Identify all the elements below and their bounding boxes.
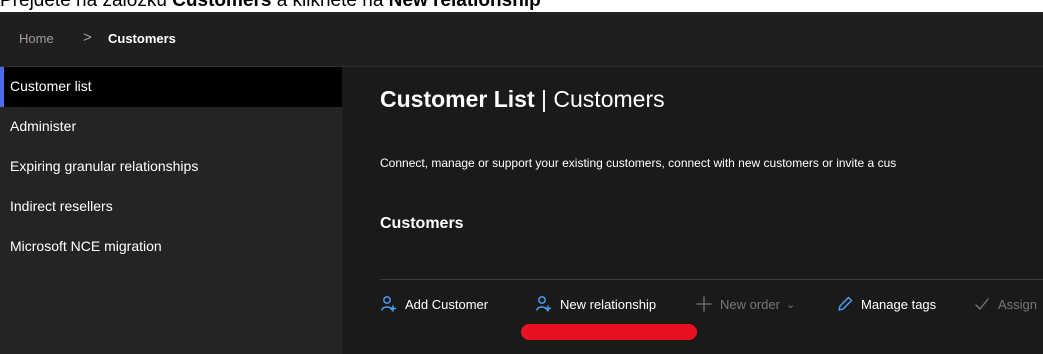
add-customer-button[interactable]: Add Customer (380, 287, 488, 321)
new-relationship-button[interactable]: New relationship (535, 287, 656, 321)
sidebar-item-label: Microsoft NCE migration (10, 238, 162, 254)
page-title-rest: Customers (553, 86, 665, 112)
page-description: Connect, manage or support your existing… (380, 156, 897, 170)
sidebar-item-label: Administer (10, 118, 77, 134)
new-order-label: New order (720, 296, 780, 312)
add-customer-label: Add Customer (405, 296, 489, 312)
person-add-icon (380, 295, 398, 313)
instruction-banner: Přejděte na záložku Customers a klikněte… (0, 0, 1043, 12)
sidebar-item-label: Indirect resellers (10, 198, 113, 214)
instruction-prefix: Přejděte na záložku (0, 0, 173, 11)
page-title: Customer List | Customers (380, 86, 665, 113)
sidebar-item-indirect-resellers[interactable]: Indirect resellers (0, 187, 342, 227)
page-title-strong: Customer List (380, 86, 535, 112)
new-relationship-label: New relationship (560, 296, 657, 312)
chevron-down-icon: ⌄ (785, 298, 796, 311)
instruction-middle: a klikněte na (271, 0, 389, 11)
instruction-text: Přejděte na záložku Customers a klikněte… (0, 0, 541, 11)
divider (380, 279, 1043, 280)
breadcrumb-home[interactable]: Home (19, 31, 54, 46)
new-order-button[interactable]: New order ⌄ (695, 287, 795, 321)
sidebar-item-microsoft-nce-migration[interactable]: Microsoft NCE migration (0, 227, 342, 267)
manage-tags-label: Manage tags (861, 296, 937, 312)
manage-tags-button[interactable]: Manage tags (836, 287, 936, 321)
command-bar: Add Customer New relationship New order … (380, 287, 1043, 321)
sidebar-item-label: Customer list (10, 78, 92, 94)
person-add-icon (535, 295, 553, 313)
page-title-separator: | (534, 86, 554, 112)
section-title: Customers (380, 215, 464, 232)
pencil-icon (836, 295, 854, 313)
sidebar: Customer list Administer Expiring granul… (0, 67, 342, 354)
main-content: Customer List | Customers Connect, manag… (342, 67, 1043, 354)
annotation-underline (521, 324, 697, 340)
sidebar-item-label: Expiring granular relationships (10, 158, 199, 174)
assign-button[interactable]: Assign (973, 287, 1037, 321)
sidebar-item-administer[interactable]: Administer (0, 107, 342, 147)
sidebar-item-customer-list[interactable]: Customer list (0, 67, 342, 107)
plus-icon (695, 295, 713, 313)
instruction-target: Customers (172, 0, 272, 11)
breadcrumb: Home > Customers (0, 12, 1043, 67)
checkmark-icon (973, 295, 991, 313)
breadcrumb-current: Customers (108, 31, 176, 46)
sidebar-item-expiring-granular-relationships[interactable]: Expiring granular relationships (0, 147, 342, 187)
assign-label: Assign (998, 296, 1038, 312)
instruction-action: New relationship (388, 0, 541, 11)
breadcrumb-separator: > (83, 29, 92, 46)
